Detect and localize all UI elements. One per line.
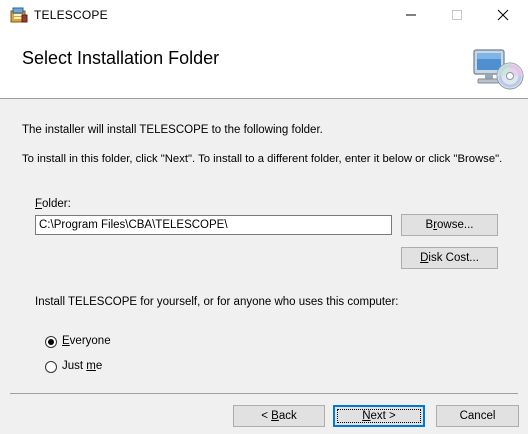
disk-cost-label-post: isk Cost... xyxy=(428,252,479,264)
computer-cd-icon xyxy=(470,46,526,92)
radio-just-me[interactable]: Just me xyxy=(45,359,165,375)
radio-just-me-accel: m xyxy=(86,360,96,372)
folder-label-rest: older: xyxy=(42,198,71,210)
intro-text: The installer will install TELESCOPE to … xyxy=(22,124,323,136)
radio-everyone-accel: E xyxy=(62,335,70,347)
back-label-pre: < xyxy=(261,410,272,422)
back-button[interactable]: < Back xyxy=(233,405,325,427)
folder-label: Folder: xyxy=(35,198,71,210)
folder-label-accel: F xyxy=(35,198,43,210)
browse-label-post: owse... xyxy=(437,219,474,231)
radio-just-me-indicator[interactable] xyxy=(45,361,57,373)
radio-just-me-label: Just me xyxy=(62,360,102,372)
install-scope-question: Install TELESCOPE for yourself, or for a… xyxy=(35,296,399,308)
focus-ring xyxy=(337,409,421,423)
page-title: Select Installation Folder xyxy=(22,48,220,68)
maximize-icon xyxy=(452,10,462,20)
close-button[interactable] xyxy=(480,0,526,30)
cancel-button[interactable]: Cancel xyxy=(436,405,519,427)
radio-just-me-rest: e xyxy=(95,360,103,372)
header-banner: Select Installation Folder xyxy=(0,30,528,99)
title-bar[interactable]: TELESCOPE xyxy=(0,0,528,30)
radio-everyone-rest: veryone xyxy=(69,335,111,347)
instructions-text: To install in this folder, click "Next".… xyxy=(22,153,503,165)
installer-window: TELESCOPE Select Installation Folder The… xyxy=(0,0,528,434)
browse-button[interactable]: Br owse... xyxy=(401,214,498,236)
close-icon xyxy=(497,9,509,21)
footer-separator xyxy=(10,393,518,394)
folder-path-input[interactable]: C:\Program Files\CBA\TELESCOPE\ xyxy=(35,215,392,235)
back-label-accel: B xyxy=(271,410,279,422)
browse-label-pre: B xyxy=(425,219,434,231)
maximize-button[interactable] xyxy=(434,0,480,30)
installer-app-icon xyxy=(10,7,28,23)
radio-selected-dot xyxy=(48,339,54,345)
radio-everyone-label: Everyone xyxy=(62,335,111,347)
disk-cost-button[interactable]: Disk Cost... xyxy=(401,247,498,269)
next-button[interactable]: Next > xyxy=(333,405,425,427)
radio-just-me-pre: Just xyxy=(62,360,87,372)
disk-cost-label-accel: D xyxy=(420,252,429,264)
minimize-button[interactable] xyxy=(388,0,434,30)
radio-everyone-indicator[interactable] xyxy=(45,336,57,348)
minimize-icon xyxy=(406,14,416,16)
radio-everyone[interactable]: Everyone xyxy=(45,334,165,350)
window-title: TELESCOPE xyxy=(34,8,108,22)
back-label-post: ack xyxy=(278,410,297,422)
